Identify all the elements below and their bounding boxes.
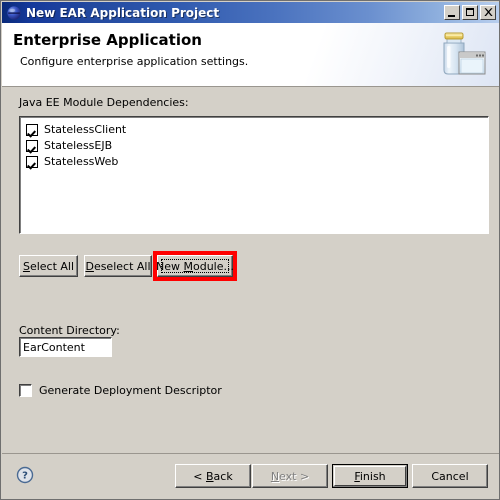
finish-label: inish xyxy=(359,469,386,483)
module-dependencies-listbox[interactable]: StatelessClient StatelessEJB StatelessWe… xyxy=(19,116,489,234)
content-directory-label: Content Directory: xyxy=(19,324,120,337)
list-item-label: StatelessClient xyxy=(44,123,127,136)
window-title: New EAR Application Project xyxy=(26,5,220,20)
svg-text:?: ? xyxy=(22,471,28,482)
cancel-label: Cancel xyxy=(431,469,469,483)
list-item[interactable]: StatelessWeb xyxy=(26,154,488,169)
generate-deployment-descriptor-label: Generate Deployment Descriptor xyxy=(39,384,222,397)
deselect-all-label: eselect All xyxy=(93,259,151,273)
finish-button[interactable]: Finish xyxy=(332,464,408,488)
window-controls xyxy=(444,5,496,20)
new-ear-application-project-dialog: New EAR Application Project Enterprise A… xyxy=(0,0,500,500)
title-bar: New EAR Application Project xyxy=(2,2,499,23)
maximize-icon xyxy=(466,8,474,16)
close-icon xyxy=(481,6,495,19)
back-label: ack xyxy=(213,469,233,483)
checkbox-checked-icon[interactable] xyxy=(26,155,38,168)
list-item[interactable]: StatelessEJB xyxy=(26,138,488,153)
list-item-label: StatelessWeb xyxy=(44,155,119,168)
ear-jar-icon xyxy=(436,27,492,83)
new-module-label: odule... xyxy=(193,259,234,273)
checkbox-unchecked-icon[interactable] xyxy=(19,384,32,397)
banner: Enterprise Application Configure enterpr… xyxy=(2,23,499,87)
checkbox-checked-icon[interactable] xyxy=(26,123,38,136)
page-title: Enterprise Application xyxy=(13,31,202,49)
new-module-mnemonic: M xyxy=(183,259,194,273)
next-button: Next > xyxy=(252,464,328,488)
checkbox-checked-icon[interactable] xyxy=(26,139,38,152)
back-button[interactable]: < Back xyxy=(175,464,251,488)
minimize-icon xyxy=(448,15,455,17)
select-all-button[interactable]: Select All xyxy=(19,255,78,277)
dialog-footer: ? < Back Next > Finish Cancel xyxy=(2,453,499,499)
deselect-all-mnemonic: D xyxy=(85,259,94,273)
cancel-button[interactable]: Cancel xyxy=(412,464,488,488)
back-mnemonic: B xyxy=(206,469,214,483)
select-all-label: elect All xyxy=(29,259,75,273)
generate-deployment-descriptor-row[interactable]: Generate Deployment Descriptor xyxy=(19,384,222,397)
deselect-all-button[interactable]: Deselect All xyxy=(84,255,152,277)
page-subtitle: Configure enterprise application setting… xyxy=(20,55,249,68)
content-directory-value: EarContent xyxy=(23,340,85,354)
content-directory-input[interactable]: EarContent xyxy=(19,337,112,357)
help-question-icon[interactable]: ? xyxy=(16,466,34,484)
dialog-body: Java EE Module Dependencies: StatelessCl… xyxy=(2,88,499,453)
close-button[interactable] xyxy=(480,5,496,20)
next-label: ext > xyxy=(279,469,310,483)
new-module-button[interactable]: New Module... xyxy=(156,255,234,277)
back-prefix: < xyxy=(193,469,206,483)
new-module-prefix: New xyxy=(156,259,184,273)
modules-label: Java EE Module Dependencies: xyxy=(19,96,189,109)
select-all-mnemonic: S xyxy=(22,259,30,273)
maximize-button[interactable] xyxy=(462,5,478,20)
eclipse-sphere-icon xyxy=(6,5,22,21)
next-mnemonic: N xyxy=(270,469,280,483)
list-item-label: StatelessEJB xyxy=(44,139,113,152)
minimize-button[interactable] xyxy=(444,5,460,20)
list-item[interactable]: StatelessClient xyxy=(26,122,488,137)
